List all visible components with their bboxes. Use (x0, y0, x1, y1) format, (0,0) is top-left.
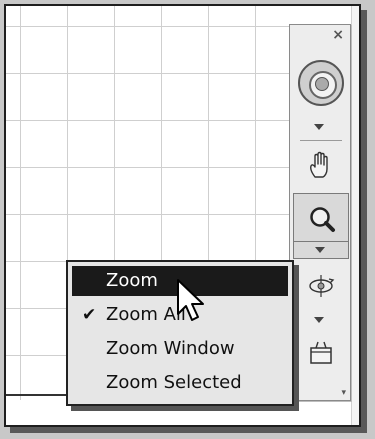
checkmark-icon: ✔ (82, 305, 97, 325)
zoom-button[interactable] (293, 193, 349, 259)
view-cube-icon[interactable] (308, 339, 334, 365)
menu-item-label: Zoom (106, 270, 158, 291)
viewport-frame: × ▾ Zoom ✔ Zoom All Zoom Window Zoom Sel… (4, 4, 361, 427)
menu-item-label: Zoom All (106, 304, 186, 325)
zoom-dropdown-arrow-icon[interactable] (315, 247, 325, 253)
toolbar-separator (300, 140, 342, 141)
pan-hand-icon[interactable] (308, 151, 334, 179)
zoom-magnifier-icon (310, 207, 335, 232)
menu-item-zoom-window[interactable]: Zoom Window (72, 334, 288, 364)
vertical-scrollbar[interactable] (351, 6, 359, 425)
close-icon[interactable]: × (332, 28, 344, 42)
chevron-down-icon[interactable] (314, 124, 324, 130)
steering-wheel-icon[interactable] (298, 60, 344, 106)
zoom-split-divider (294, 241, 348, 242)
mouse-pointer-icon (177, 279, 204, 321)
customize-menu-icon[interactable]: ▾ (341, 389, 346, 398)
menu-item-zoom-selected[interactable]: Zoom Selected (72, 368, 288, 398)
menu-item-label: Zoom Selected (106, 372, 242, 393)
navigation-bar: × ▾ (289, 24, 351, 401)
orbit-dropdown-arrow-icon[interactable] (314, 317, 324, 323)
orbit-icon[interactable] (307, 271, 335, 299)
menu-item-label: Zoom Window (106, 338, 235, 359)
